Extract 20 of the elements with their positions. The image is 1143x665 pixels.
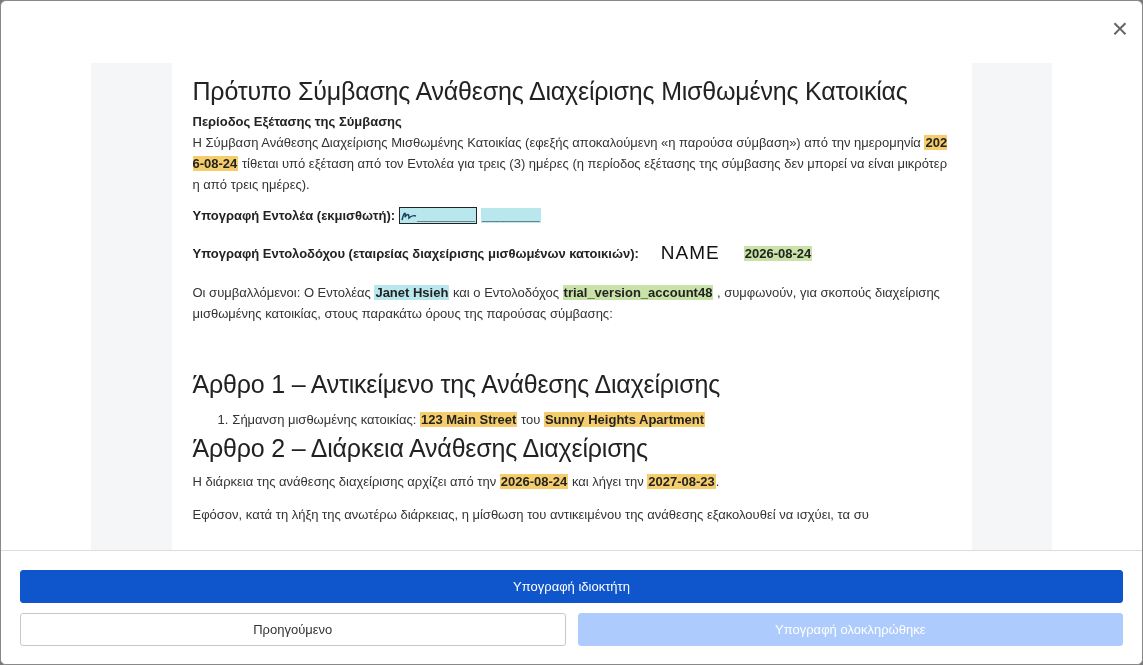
signature-label: Υπογραφή Εντολέα (εκμισθωτή): xyxy=(192,208,396,223)
signature-label: Υπογραφή Εντολοδόχου (εταιρείας διαχείρισης μισθωμένων κατοικιών): xyxy=(192,245,639,261)
secondary-button[interactable]: Προηγούμενο xyxy=(20,613,566,646)
paragraph: Οι συμβαλλόμενοι: Ο Εντολέας Janet Hsieh και ο Εντολοδόχος trial_version_account48 , συμφωνούν, για σκοπούς διαχείρισης μισθωμένης κατοικίας, στους παρακάτω όρους της παρούσας σύμβασης: xyxy=(192,284,941,323)
primary-button[interactable]: Υπογραφή ιδιοκτήτη xyxy=(20,570,1123,603)
paragraph: Η διάρκεια της ανάθεσης διαχείρισης αρχίζει από την 2026-08-24 και λήγει την 2027-08-23. xyxy=(192,473,721,491)
section-subheading: Περίοδος Εξέτασης της Σύμβασης xyxy=(192,114,403,129)
signature-field[interactable]: ________ xyxy=(399,207,477,224)
paragraph: Η Σύμβαση Ανάθεσης Διαχείρισης Μισθωμένης Κατοικίας (εφεξής αποκαλούμενη «η παρούσα σύμβαση») από την ημερομηνία 2026-08-24 τίθεται υπό εξέταση από τον Εντολέα για τρεις (3) ημέρες (η περίοδος εξέτασης της σύμβασης δεν μπορεί να είναι μικρότερη από τρεις ημέρες). xyxy=(192,134,949,194)
signature-field[interactable]: 2026-08-24 xyxy=(743,245,813,261)
list-number: 1. xyxy=(217,411,229,429)
signature-scribble-icon xyxy=(401,209,418,222)
list-item-text: Σήμανση μισθωμένης κατοικίας: 123 Main Street του Sunny Heights Apartment xyxy=(232,411,706,429)
document-title: Πρότυπο Σύμβασης Ανάθεσης Διαχείρισης Μισθωμένης Κατοικίας xyxy=(192,77,909,106)
paragraph: Εφόσον, κατά τη λήξη της ανωτέρω διάρκειας, η μίσθωση του αντικειμένου της ανάθεσης εξακολουθεί να ισχύει, τα συ xyxy=(192,506,870,524)
signature-field[interactable]: ________ xyxy=(480,208,541,223)
article-heading: Άρθρο 1 – Αντικείμενο της Ανάθεσης Διαχείρισης xyxy=(192,370,721,399)
close-button[interactable]: × xyxy=(1107,15,1132,43)
signature-name: NAME xyxy=(660,242,720,264)
article-heading: Άρθρο 2 – Διάρκεια Ανάθεσης Διαχείρισης xyxy=(192,434,649,463)
